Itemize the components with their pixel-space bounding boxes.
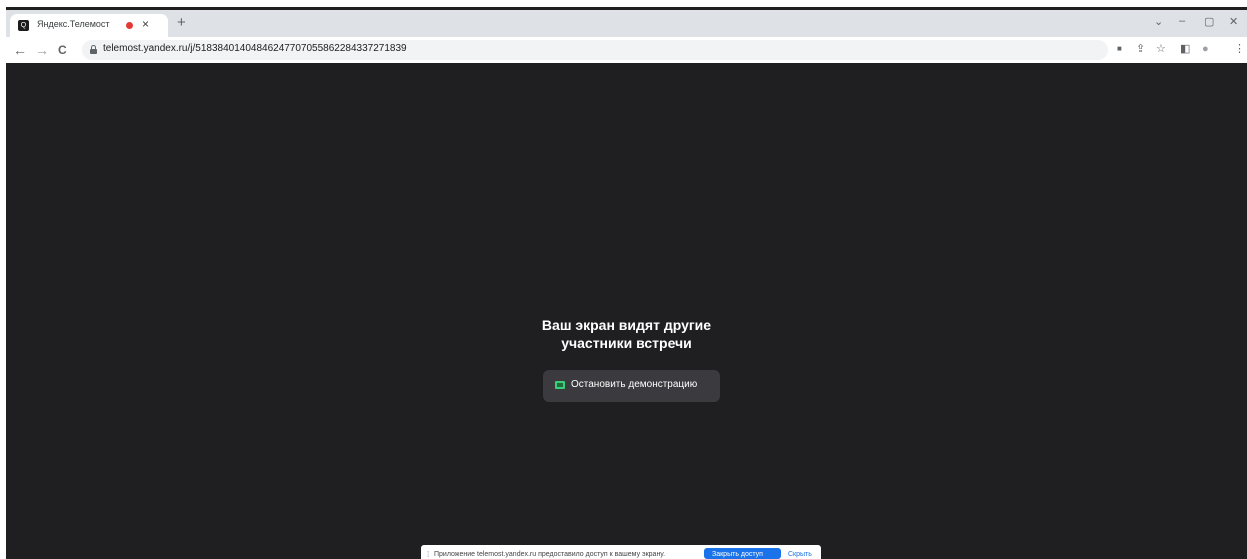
recording-indicator-icon [126,22,133,29]
forward-button[interactable]: → [35,41,49,59]
drag-handle-icon[interactable]: ⁞ [427,550,429,559]
meeting-screen-share-area: Ваш экран видят другие участники встречи… [6,63,1247,559]
sharing-message: Приложение telemost.yandex.ru предостави… [434,551,666,558]
new-tab-button[interactable]: + [177,14,186,32]
screen-shared-heading: Ваш экран видят другие участники встречи [6,316,1247,352]
reload-button[interactable]: C [58,41,67,59]
bookmark-star-icon[interactable]: ☆ [1156,42,1166,56]
heading-line-2: участники встречи [561,335,692,351]
close-window-button[interactable]: ✕ [1229,15,1238,28]
restore-button[interactable]: ▢ [1204,15,1214,28]
stop-sharing-button[interactable]: Остановить демонстрацию [543,370,720,402]
browser-toolbar: ← → C telemost.yandex.ru/j/5183840140484… [6,37,1247,63]
minimize-button[interactable]: – [1179,15,1185,27]
telemost-favicon-icon: Q [18,20,29,31]
stop-access-button[interactable]: Закрыть доступ [704,548,781,559]
lock-icon[interactable] [90,45,97,54]
tab-strip: Q Яндекс.Телемост × + ⌄ – ▢ ✕ [6,10,1247,37]
browser-tab[interactable]: Q Яндекс.Телемост × [10,14,168,37]
side-panel-icon[interactable]: ◧ [1180,42,1190,56]
hide-button[interactable]: Скрыть [788,551,812,558]
back-button[interactable]: ← [13,41,27,59]
tab-close-icon[interactable]: × [142,17,149,31]
browser-menu-icon[interactable]: ⋮ [1234,42,1245,56]
window-top-edge [0,0,1247,10]
tab-title: Яндекс.Телемост [37,19,110,29]
address-bar[interactable]: telemost.yandex.ru/j/5183840140484624770… [82,40,1108,60]
profile-avatar-icon[interactable]: ● [1202,42,1209,56]
tab-search-chevron-icon[interactable]: ⌄ [1154,15,1163,28]
heading-line-1: Ваш экран видят другие [541,317,712,333]
camera-in-use-icon[interactable]: ■ [1117,42,1122,56]
screen-sharing-notification-bar: ⁞ Приложение telemost.yandex.ru предоста… [421,545,821,559]
screen-share-icon [555,381,565,389]
stop-sharing-label: Остановить демонстрацию [571,379,698,390]
stop-access-label: Закрыть доступ [712,551,763,558]
share-icon[interactable]: ⇪ [1136,42,1145,56]
url-text[interactable]: telemost.yandex.ru/j/5183840140484624770… [103,43,407,54]
